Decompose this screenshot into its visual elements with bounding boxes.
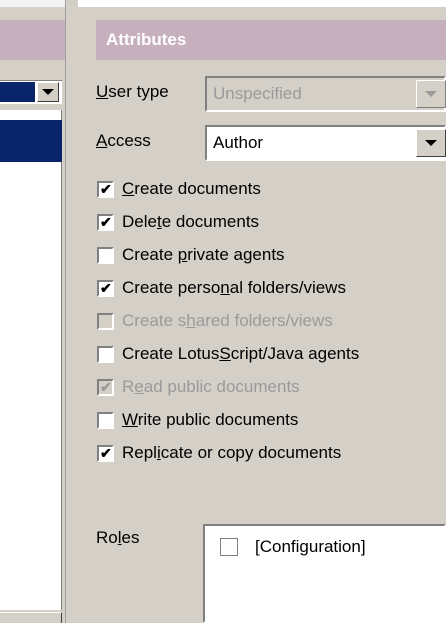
access-label-rest: ccess — [107, 131, 151, 150]
role-name-configuration: [Configuration] — [255, 537, 366, 556]
permission-label-key: n — [220, 278, 230, 297]
permission-label-pre: Create — [122, 245, 178, 264]
checkmark-icon: ✔ — [100, 378, 112, 395]
permission-checkbox[interactable]: ✔ — [97, 213, 114, 231]
permission-label-pre: R — [122, 377, 135, 396]
permission-5[interactable]: Create LotusScript/Java agents — [97, 343, 359, 365]
left-dropdown-selection[interactable] — [0, 82, 35, 102]
attributes-header: Attributes — [96, 20, 446, 60]
permission-7[interactable]: Write public documents — [97, 409, 298, 431]
access-label-key: A — [96, 131, 108, 150]
chevron-down-icon — [42, 89, 54, 95]
permission-8[interactable]: ✔ Replicate or copy documents — [97, 442, 341, 464]
access-value: Author — [213, 133, 264, 152]
permission-checkbox — [97, 312, 114, 330]
role-checkbox-configuration[interactable] — [220, 538, 238, 556]
checkmark-icon: ✔ — [100, 279, 112, 296]
permission-checkbox[interactable]: ✔ — [97, 444, 114, 462]
permission-label-key: h — [186, 311, 196, 330]
permission-label: Create private agents — [122, 245, 285, 265]
permission-label: Create shared folders/views — [122, 311, 333, 331]
permission-label-pre: Dele — [122, 212, 157, 231]
permission-label-pre: Create perso — [122, 278, 221, 297]
permission-label: Replicate or copy documents — [122, 443, 341, 463]
permission-checkbox[interactable] — [97, 246, 114, 264]
permission-label-key: S — [219, 344, 231, 363]
permission-label-post: al folders/views — [229, 278, 346, 297]
left-dropdown-button[interactable] — [37, 82, 59, 102]
permission-0[interactable]: ✔ Create documents — [97, 178, 261, 200]
permission-label-post: ared folders/views — [195, 311, 333, 330]
access-label: Access — [96, 131, 151, 151]
left-list[interactable] — [0, 110, 62, 610]
permission-4: Create shared folders/views — [97, 310, 333, 332]
permission-2[interactable]: Create private agents — [97, 244, 285, 266]
permission-label-post: e documents — [161, 212, 260, 231]
permission-label-key: W — [122, 410, 138, 429]
permission-checkbox[interactable] — [97, 345, 114, 363]
user-type-value: Unspecified — [213, 84, 302, 103]
left-bottom-button[interactable] — [0, 612, 62, 623]
permission-label-pre: Create s — [122, 311, 187, 330]
permission-label-pre: Repl — [122, 443, 157, 462]
permission-checkbox[interactable]: ✔ — [97, 180, 114, 198]
permission-label: Create documents — [122, 179, 261, 199]
permission-3[interactable]: ✔ Create personal folders/views — [97, 277, 346, 299]
permission-label-post: ad public documents — [143, 377, 300, 396]
permission-label: Create personal folders/views — [122, 278, 346, 298]
left-top-strip — [0, 0, 65, 7]
access-dropdown-button[interactable] — [416, 129, 446, 157]
checkmark-icon: ✔ — [100, 180, 112, 197]
permission-6: ✔ Read public documents — [97, 376, 300, 398]
permission-1[interactable]: ✔ Delete documents — [97, 211, 259, 233]
permission-label-post: cript/Java agents — [230, 344, 360, 363]
user-type-label-rest: ser type — [108, 82, 169, 101]
roles-label-pre: Ro — [96, 528, 118, 547]
user-type-label-key: U — [96, 82, 109, 101]
left-pane-header — [0, 20, 65, 60]
checkmark-icon: ✔ — [100, 213, 112, 230]
permission-label-post: rite public documents — [137, 410, 299, 429]
permission-checkbox[interactable] — [97, 411, 114, 429]
permission-checkbox: ✔ — [97, 378, 114, 396]
chevron-down-icon — [425, 91, 437, 97]
permission-label-pre: Create Lotus — [122, 344, 220, 363]
permission-label: Delete documents — [122, 212, 259, 232]
permission-checkbox[interactable]: ✔ — [97, 279, 114, 297]
permission-label-post: reate documents — [134, 179, 261, 198]
chevron-down-icon — [425, 140, 437, 146]
roles-label-rest: es — [121, 528, 140, 547]
checkmark-icon: ✔ — [100, 444, 112, 461]
permission-label: Write public documents — [122, 410, 298, 430]
left-list-selected-item[interactable] — [0, 120, 62, 162]
permission-label-post: cate or copy documents — [160, 443, 342, 462]
permission-label-key: e — [134, 377, 144, 396]
permission-label-key: p — [177, 245, 188, 264]
permission-label: Create LotusScript/Java agents — [122, 344, 359, 364]
permission-label: Read public documents — [122, 377, 300, 397]
permission-label-post: rivate agents — [187, 245, 285, 264]
user-type-dropdown-button[interactable] — [416, 80, 446, 108]
roles-label: Roles — [96, 528, 139, 548]
pane-divider[interactable] — [65, 0, 78, 623]
user-type-label: User type — [96, 82, 169, 102]
permission-label-key: C — [122, 179, 135, 198]
